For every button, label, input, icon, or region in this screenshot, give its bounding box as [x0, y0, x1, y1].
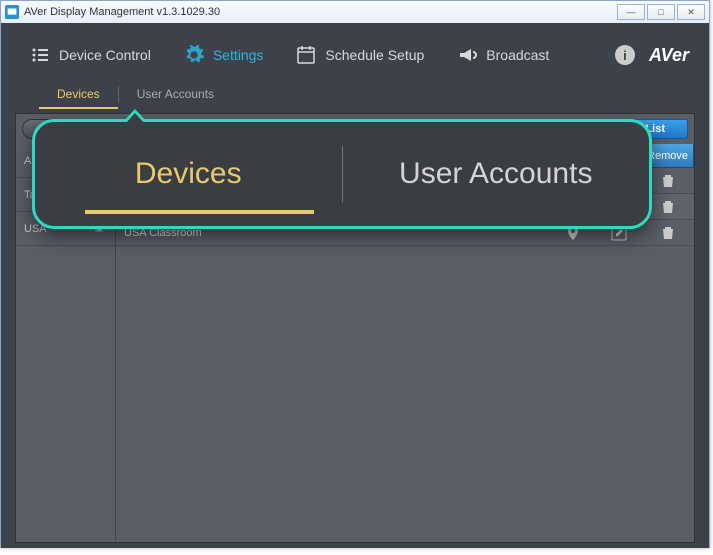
- info-icon[interactable]: i: [615, 45, 635, 65]
- top-nav: Device Control Settings Schedule Setup B…: [9, 31, 701, 79]
- megaphone-icon: [456, 44, 478, 66]
- nav-broadcast[interactable]: Broadcast: [442, 38, 563, 72]
- app-icon: [5, 5, 19, 19]
- callout-popup: Devices User Accounts: [32, 119, 652, 229]
- app-body: Device Control Settings Schedule Setup B…: [1, 23, 709, 548]
- app-window: AVer Display Management v1.3.1029.30 — □…: [0, 0, 710, 548]
- tab-devices[interactable]: Devices: [39, 79, 118, 109]
- tab-user-accounts[interactable]: User Accounts: [119, 79, 232, 109]
- callout-tab-devices[interactable]: Devices: [35, 122, 342, 226]
- sub-tabs: Devices User Accounts: [9, 79, 701, 109]
- minimize-button[interactable]: —: [617, 4, 645, 20]
- trash-icon[interactable]: [660, 199, 676, 215]
- nav-device-control[interactable]: Device Control: [15, 38, 165, 72]
- callout-pointer: [123, 109, 147, 122]
- maximize-button[interactable]: □: [647, 4, 675, 20]
- nav-settings[interactable]: Settings: [169, 38, 278, 72]
- window-title: AVer Display Management v1.3.1029.30: [24, 6, 617, 18]
- trash-icon[interactable]: [660, 173, 676, 189]
- close-button[interactable]: ✕: [677, 4, 705, 20]
- titlebar: AVer Display Management v1.3.1029.30 — □…: [1, 1, 709, 23]
- nav-schedule[interactable]: Schedule Setup: [281, 38, 438, 72]
- callout-tab-user-accounts[interactable]: User Accounts: [343, 122, 650, 226]
- gear-icon: [183, 44, 205, 66]
- calendar-icon: [295, 44, 317, 66]
- brand-logo: AVer: [649, 45, 689, 66]
- list-icon: [29, 44, 51, 66]
- trash-icon[interactable]: [660, 225, 676, 241]
